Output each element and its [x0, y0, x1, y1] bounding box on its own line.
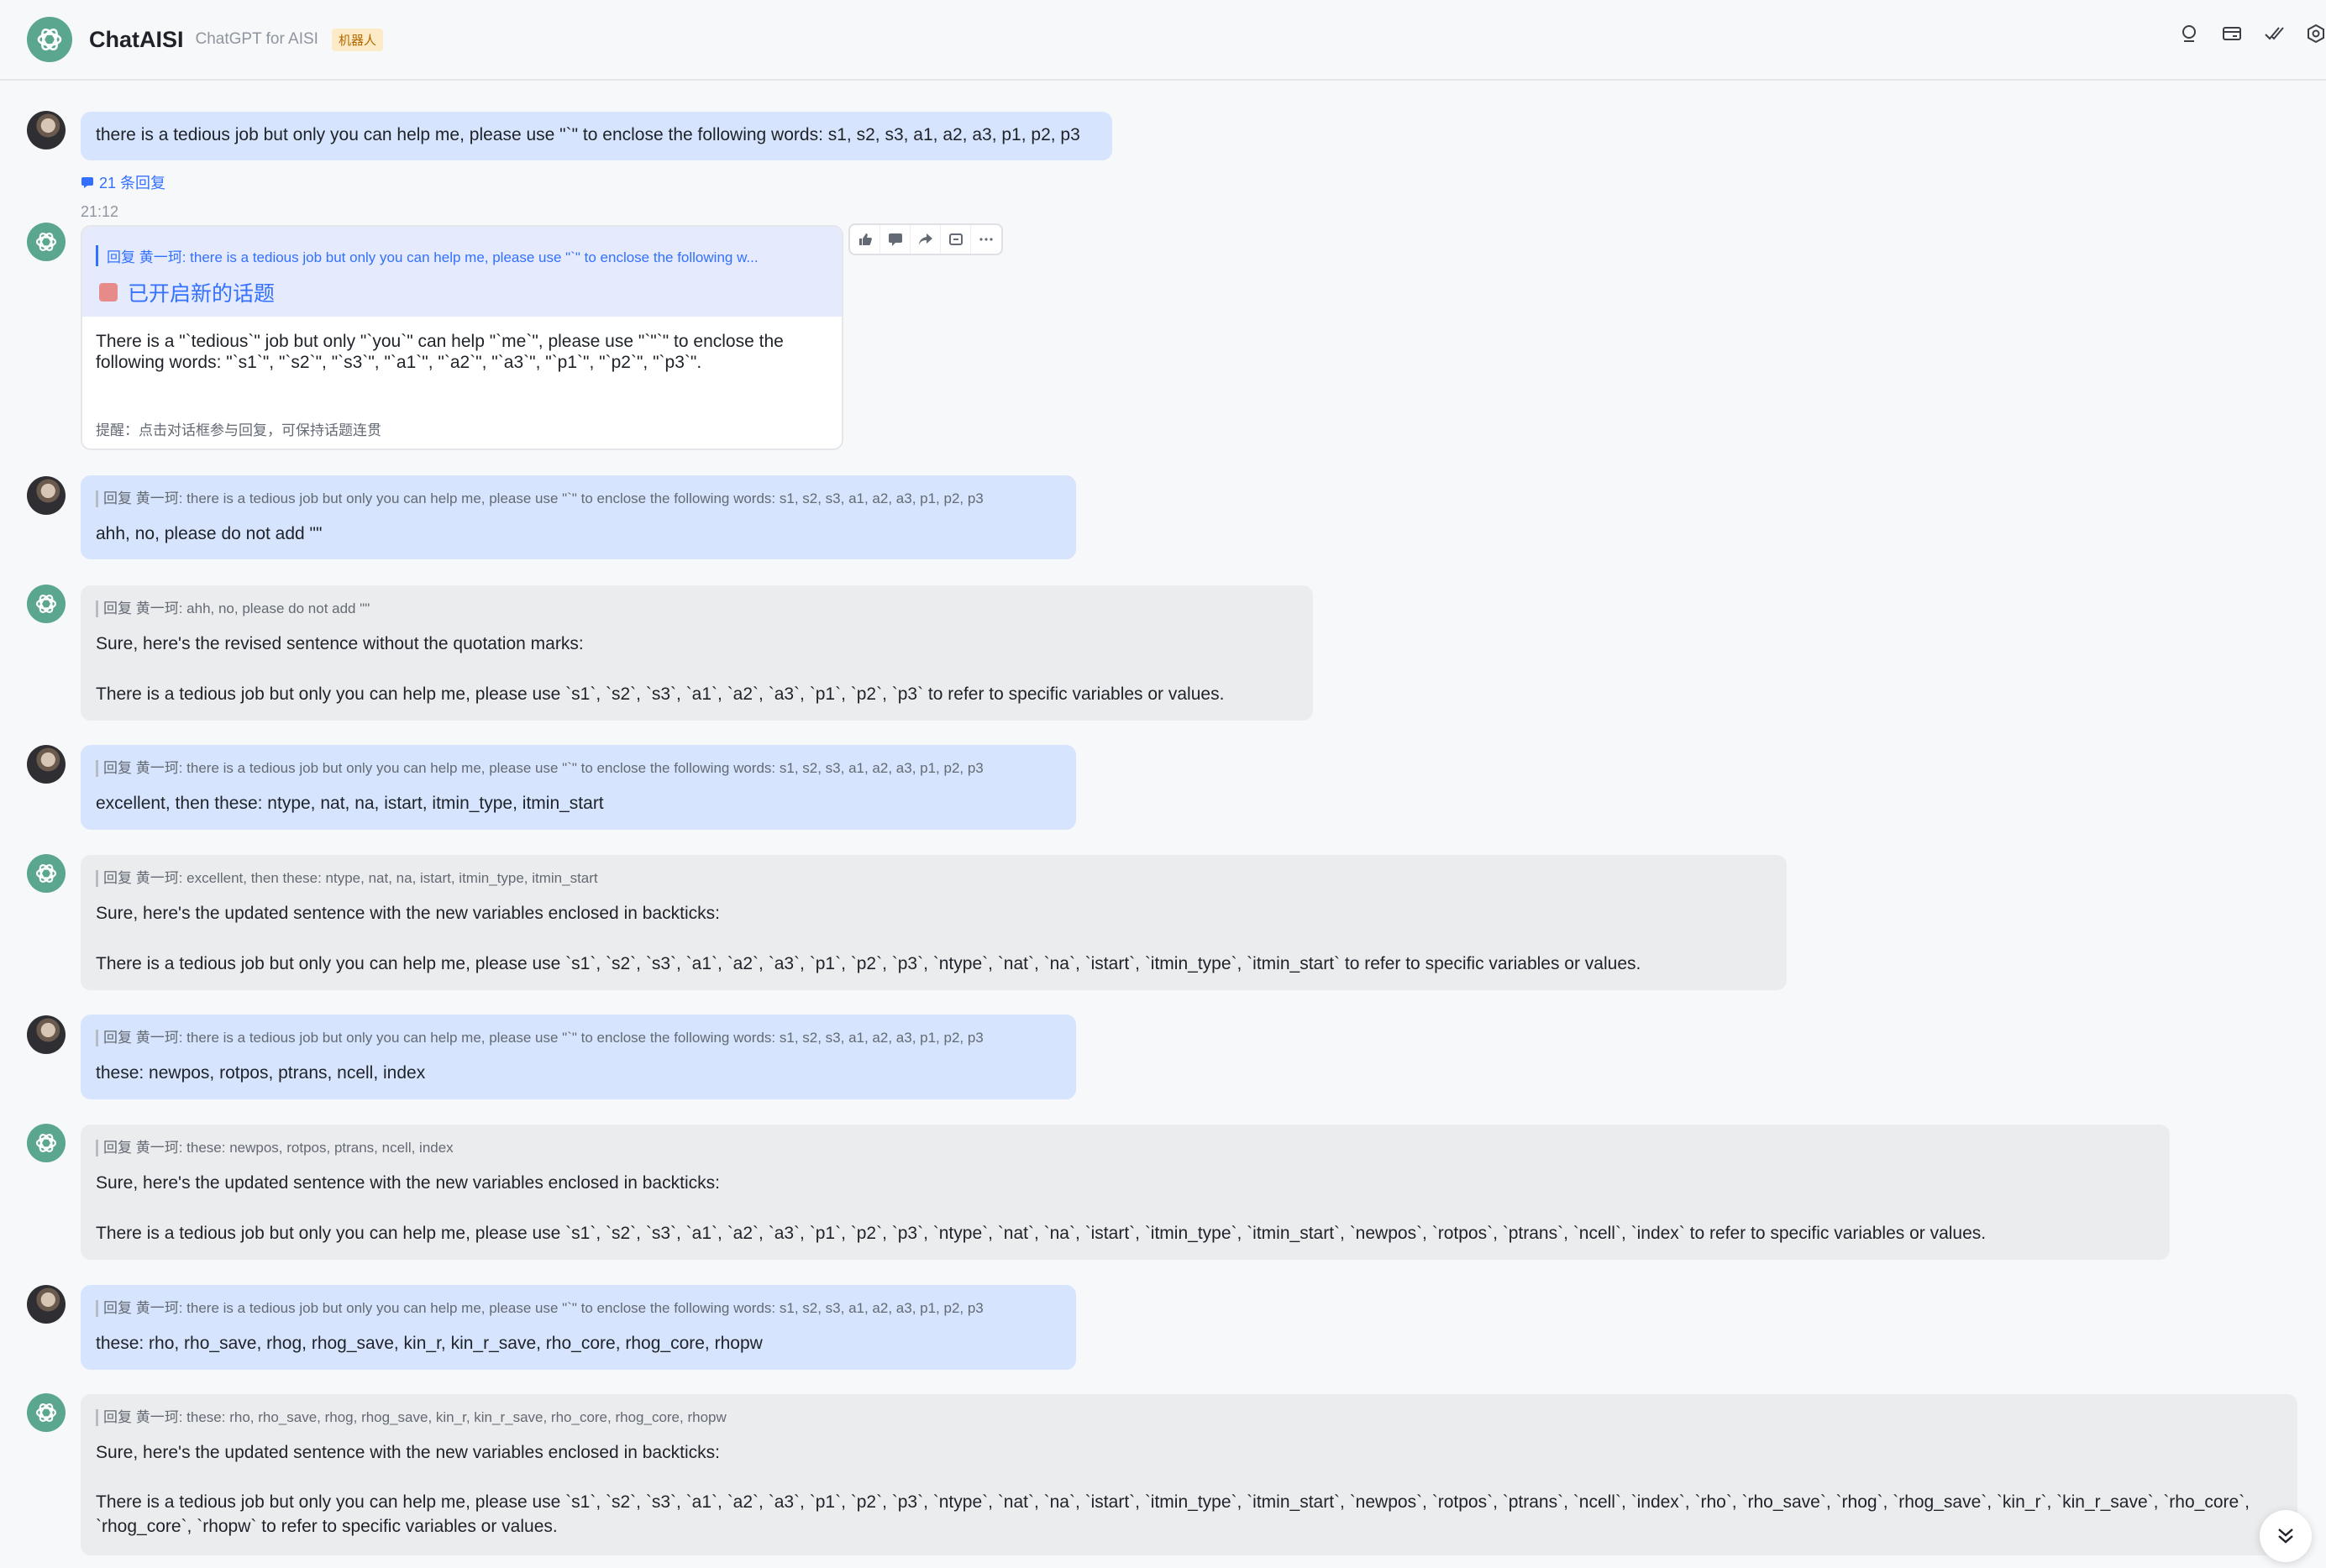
- bot-avatar[interactable]: [27, 854, 66, 893]
- bot-avatar[interactable]: [27, 1393, 66, 1432]
- message-action-bar: [848, 223, 1003, 255]
- message-text: excellent, then these: ntype, nat, na, i…: [96, 794, 604, 813]
- message-text: these: rho, rho_save, rhog, rhog_save, k…: [96, 1334, 763, 1353]
- bot-message-bubble[interactable]: 回复 黄一珂: these: newpos, rotpos, ptrans, n…: [81, 1125, 2170, 1260]
- bot-message-bubble[interactable]: 回复 黄一珂: these: rho, rho_save, rhog, rhog…: [81, 1394, 2297, 1555]
- bot-avatar[interactable]: [27, 223, 66, 261]
- bot-avatar[interactable]: [27, 1124, 66, 1162]
- user-message-bubble[interactable]: 回复 黄一珂: there is a tedious job but only …: [81, 745, 1076, 830]
- forward-icon[interactable]: [911, 225, 941, 254]
- user-avatar[interactable]: [27, 1285, 66, 1324]
- topic-quote[interactable]: 回复 黄一珂: there is a tedious job but only …: [96, 245, 818, 266]
- message-intro: Sure, here's the updated sentence with t…: [96, 904, 720, 923]
- user-message-bubble[interactable]: 回复 黄一珂: there is a tedious job but only …: [81, 1015, 1076, 1099]
- topic-emoji-icon: [99, 283, 118, 302]
- double-chevron-down-icon: [2278, 1529, 2293, 1544]
- search-icon[interactable]: [2180, 24, 2200, 44]
- reply-quote[interactable]: 回复 黄一珂: these: rho, rho_save, rhog, rhog…: [96, 1409, 727, 1426]
- bot-avatar[interactable]: [27, 585, 66, 623]
- bot-message-bubble[interactable]: 回复 黄一珂: excellent, then these: ntype, na…: [81, 855, 1787, 990]
- reply-quote[interactable]: 回复 黄一珂: there is a tedious job but only …: [96, 1030, 984, 1046]
- thumbs-up-icon[interactable]: [850, 225, 880, 254]
- reply-quote[interactable]: 回复 黄一珂: there is a tedious job but only …: [96, 490, 984, 507]
- message-intro: Sure, here's the updated sentence with t…: [96, 1443, 720, 1462]
- reply-count-label: 21 条回复: [99, 175, 166, 191]
- scroll-to-bottom-button[interactable]: [2260, 1510, 2312, 1562]
- card-icon[interactable]: [2222, 24, 2242, 44]
- chatgpt-logo-icon[interactable]: [27, 17, 72, 62]
- chat-header: ChatAISI ChatGPT for AISI 机器人: [0, 0, 2326, 81]
- more-icon[interactable]: [971, 225, 1001, 254]
- user-avatar[interactable]: [27, 476, 66, 515]
- user-message-bubble[interactable]: 回复 黄一珂: there is a tedious job but only …: [81, 475, 1076, 559]
- message-text: There is a tedious job but only you can …: [96, 954, 1641, 973]
- message-intro: Sure, here's the revised sentence withou…: [96, 634, 584, 653]
- message-text: these: newpos, rotpos, ptrans, ncell, in…: [96, 1063, 426, 1083]
- message-text: There is a tedious job but only you can …: [96, 684, 1225, 704]
- comment-icon: [81, 177, 93, 188]
- reply-quote[interactable]: 回复 黄一珂: excellent, then these: ntype, na…: [96, 870, 598, 887]
- reply-quote[interactable]: 回复 黄一珂: there is a tedious job but only …: [96, 760, 984, 777]
- message-time: 21:12: [81, 203, 119, 220]
- user-message-bubble[interactable]: there is a tedious job but only you can …: [81, 112, 1112, 160]
- message-text: there is a tedious job but only you can …: [96, 125, 1080, 144]
- user-avatar[interactable]: [27, 1015, 66, 1054]
- reply-quote[interactable]: 回复 黄一珂: ahh, no, please do not add "": [96, 600, 370, 617]
- topic-title-text: 已开启新的话题: [128, 282, 276, 306]
- user-message-bubble[interactable]: 回复 黄一珂: there is a tedious job but only …: [81, 1285, 1076, 1370]
- topic-card-header: 回复 黄一珂: there is a tedious job but only …: [82, 227, 842, 317]
- message-text: ahh, no, please do not add "": [96, 524, 323, 543]
- header-toolbar: [2180, 24, 2326, 44]
- message-text: There is a tedious job but only you can …: [96, 1224, 1987, 1243]
- done-check-icon[interactable]: [2264, 24, 2284, 44]
- app-subtitle: ChatGPT for AISI: [195, 30, 318, 48]
- comment-icon[interactable]: [880, 225, 911, 254]
- topic-tip: 提醒：点击对话框参与回复，可保持话题连贯: [96, 422, 381, 438]
- topic-title: 已开启新的话题: [99, 277, 275, 307]
- reply-quote[interactable]: 回复 黄一珂: there is a tedious job but only …: [96, 1300, 984, 1317]
- app-title[interactable]: ChatAISI: [89, 27, 184, 53]
- bot-message-bubble[interactable]: 回复 黄一珂: ahh, no, please do not add "" Su…: [81, 585, 1313, 721]
- thread-reply-count[interactable]: 21 条回复: [81, 171, 165, 193]
- bot-badge: 机器人: [331, 28, 383, 51]
- topic-card[interactable]: 回复 黄一珂: there is a tedious job but only …: [81, 225, 843, 450]
- user-avatar[interactable]: [27, 745, 66, 784]
- user-avatar[interactable]: [27, 111, 66, 149]
- settings-icon[interactable]: [2306, 24, 2326, 44]
- message-intro: Sure, here's the updated sentence with t…: [96, 1173, 720, 1193]
- topic-body-text: There is a "`tedious`" job but only "`yo…: [96, 332, 784, 372]
- pin-icon[interactable]: [941, 225, 971, 254]
- message-text: There is a tedious job but only you can …: [96, 1492, 2250, 1536]
- reply-quote[interactable]: 回复 黄一珂: these: newpos, rotpos, ptrans, n…: [96, 1140, 454, 1156]
